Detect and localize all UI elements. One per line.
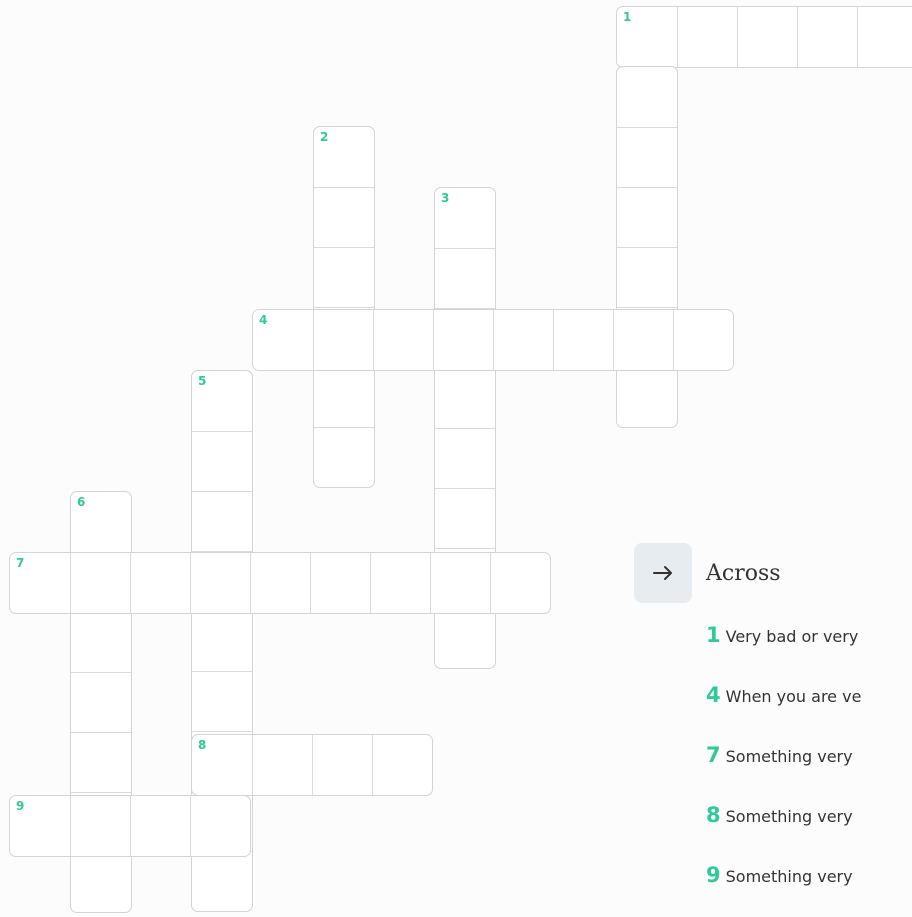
- arrow-right-icon: [653, 566, 672, 580]
- crossword-cell[interactable]: [435, 608, 495, 668]
- across-clue-list: 1 Very bad or very 4 When you are ve 7 Some…: [706, 617, 912, 917]
- crossword-cell[interactable]: [71, 732, 131, 792]
- word-4-across: 4: [252, 309, 734, 371]
- crossword-cell[interactable]: [617, 67, 677, 127]
- crossword-cell[interactable]: [617, 187, 677, 247]
- clue-item[interactable]: 7 Something very: [706, 737, 912, 797]
- crossword-cell[interactable]: [617, 367, 677, 427]
- clues-header: Across: [634, 543, 912, 603]
- clue-item[interactable]: 1 Very bad or very: [706, 617, 912, 677]
- clue-number: 7: [16, 556, 25, 570]
- crossword-stage: 1 2 3 4 5 6 7 8 9 Across 1 Very bad or v…: [0, 0, 912, 917]
- direction-toggle-button[interactable]: [634, 543, 692, 603]
- crossword-cell[interactable]: [71, 612, 131, 672]
- clue-number: 5: [198, 374, 207, 388]
- clue-number: 6: [77, 495, 86, 509]
- word-1-down: [616, 66, 678, 428]
- clue-item-number: 1: [706, 623, 721, 647]
- crossword-cell[interactable]: [433, 310, 493, 370]
- crossword-cell[interactable]: [192, 491, 252, 551]
- crossword-cell[interactable]: 6: [71, 492, 131, 552]
- word-7-across: 7: [9, 552, 551, 614]
- word-9-across: 9: [9, 795, 251, 857]
- crossword-cell[interactable]: [314, 187, 374, 247]
- clue-item[interactable]: 8 Something very: [706, 797, 912, 857]
- crossword-cell[interactable]: [373, 310, 433, 370]
- clues-heading: Across: [706, 560, 781, 586]
- crossword-cell[interactable]: [617, 247, 677, 307]
- crossword-cell[interactable]: [435, 368, 495, 428]
- crossword-cell[interactable]: [71, 672, 131, 732]
- clues-panel: Across 1 Very bad or very 4 When you are v…: [634, 543, 912, 887]
- crossword-cell[interactable]: [130, 796, 190, 856]
- crossword-cell[interactable]: [310, 553, 370, 613]
- crossword-cell[interactable]: [192, 431, 252, 491]
- clue-item-number: 7: [706, 743, 721, 767]
- clue-number: 4: [259, 313, 268, 327]
- crossword-cell[interactable]: [313, 310, 373, 370]
- crossword-cell[interactable]: [250, 553, 310, 613]
- crossword-cell[interactable]: [314, 367, 374, 427]
- crossword-cell[interactable]: [737, 7, 797, 67]
- crossword-cell[interactable]: [857, 7, 912, 67]
- crossword-cell[interactable]: 9: [10, 796, 70, 856]
- clue-item-text: Something very: [725, 867, 853, 886]
- clue-number: 1: [623, 10, 632, 24]
- crossword-cell[interactable]: [252, 735, 312, 795]
- clue-item-number: 4: [706, 683, 721, 707]
- crossword-cell[interactable]: [435, 428, 495, 488]
- crossword-cell[interactable]: 7: [10, 553, 70, 613]
- clue-item[interactable]: 9 Something very: [706, 857, 912, 917]
- clue-item-text: Very bad or very: [725, 627, 859, 646]
- word-2-down: 2: [313, 126, 375, 488]
- crossword-cell[interactable]: [677, 7, 737, 67]
- crossword-cell[interactable]: [493, 310, 553, 370]
- crossword-cell[interactable]: [430, 553, 490, 613]
- crossword-cell[interactable]: [370, 553, 430, 613]
- clue-number: 9: [16, 799, 25, 813]
- crossword-cell[interactable]: [553, 310, 613, 370]
- crossword-cell[interactable]: [70, 553, 130, 613]
- crossword-cell[interactable]: [190, 796, 250, 856]
- crossword-cell[interactable]: [70, 796, 130, 856]
- crossword-cell[interactable]: 8: [192, 735, 252, 795]
- crossword-cell[interactable]: [192, 611, 252, 671]
- crossword-cell[interactable]: 4: [253, 310, 313, 370]
- crossword-cell[interactable]: [490, 553, 550, 613]
- crossword-cell[interactable]: [435, 248, 495, 308]
- crossword-cell[interactable]: [192, 851, 252, 911]
- crossword-cell[interactable]: [797, 7, 857, 67]
- crossword-cell[interactable]: 5: [192, 371, 252, 431]
- crossword-cell[interactable]: [314, 427, 374, 487]
- clue-item-text: Something very: [725, 747, 853, 766]
- crossword-cell[interactable]: [617, 127, 677, 187]
- crossword-cell[interactable]: [312, 735, 372, 795]
- crossword-cell[interactable]: [190, 553, 250, 613]
- clue-number: 2: [320, 130, 329, 144]
- crossword-cell[interactable]: [673, 310, 733, 370]
- crossword-cell[interactable]: 2: [314, 127, 374, 187]
- clue-number: 8: [198, 738, 207, 752]
- word-1-across: 1: [616, 6, 912, 68]
- crossword-cell[interactable]: [192, 671, 252, 731]
- clue-item-text: When you are ve: [725, 687, 862, 706]
- clue-number: 3: [441, 191, 450, 205]
- crossword-cell[interactable]: 3: [435, 188, 495, 248]
- crossword-cell[interactable]: [314, 247, 374, 307]
- crossword-cell[interactable]: [613, 310, 673, 370]
- clue-item-number: 9: [706, 863, 721, 887]
- crossword-cell[interactable]: 1: [617, 7, 677, 67]
- crossword-cell[interactable]: [435, 488, 495, 548]
- clue-item-text: Something very: [725, 807, 853, 826]
- crossword-cell[interactable]: [130, 553, 190, 613]
- clue-item[interactable]: 4 When you are ve: [706, 677, 912, 737]
- crossword-cell[interactable]: [71, 852, 131, 912]
- clue-item-number: 8: [706, 803, 721, 827]
- crossword-cell[interactable]: [372, 735, 432, 795]
- word-8-across: 8: [191, 734, 433, 796]
